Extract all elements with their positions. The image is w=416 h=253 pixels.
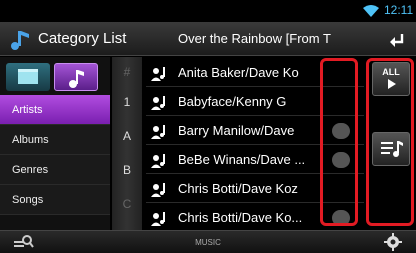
index-item[interactable]: A (112, 129, 142, 143)
status-bar: 12:11 (0, 0, 416, 22)
index-item[interactable]: C (112, 197, 142, 211)
artist-icon (151, 212, 165, 226)
status-time: 12:11 (384, 3, 414, 17)
category-item-artists[interactable]: Artists (0, 95, 110, 125)
index-item[interactable]: # (112, 65, 142, 79)
category-list-icon (11, 31, 29, 50)
play-icon (388, 79, 396, 89)
index-item[interactable]: B (112, 163, 142, 177)
category-item-songs[interactable]: Songs (0, 185, 110, 215)
music-mode-button[interactable] (54, 63, 98, 91)
wifi-icon (363, 5, 379, 17)
category-panel: Artists Albums Genres Songs (0, 57, 110, 230)
artist-icon (151, 183, 165, 197)
play-all-button[interactable]: ALL (372, 62, 410, 96)
back-icon[interactable] (386, 28, 408, 50)
video-mode-button[interactable] (6, 63, 50, 91)
footer-bar: MUSIC (0, 230, 416, 253)
index-bar[interactable]: # 1 A B C (112, 57, 142, 230)
artist-icon (151, 96, 165, 110)
queue-button[interactable] (372, 132, 410, 166)
gear-icon[interactable] (384, 233, 402, 251)
now-playing-title[interactable]: Over the Rainbow [From T (178, 31, 358, 46)
header-bar: Category List Over the Rainbow [From T (0, 22, 416, 56)
category-item-albums[interactable]: Albums (0, 125, 110, 155)
source-label: MUSIC (195, 238, 221, 247)
category-item-genres[interactable]: Genres (0, 155, 110, 185)
page-title: Category List (38, 30, 127, 47)
artist-icon (151, 154, 165, 168)
music-note-icon (69, 70, 84, 88)
index-item[interactable]: 1 (112, 95, 142, 109)
artist-icon (151, 67, 165, 81)
playlist-icon (381, 141, 403, 157)
video-icon (18, 69, 38, 84)
artist-icon (151, 125, 165, 139)
category-list: Artists Albums Genres Songs (0, 95, 110, 215)
highlight-scroll-column (320, 58, 358, 226)
